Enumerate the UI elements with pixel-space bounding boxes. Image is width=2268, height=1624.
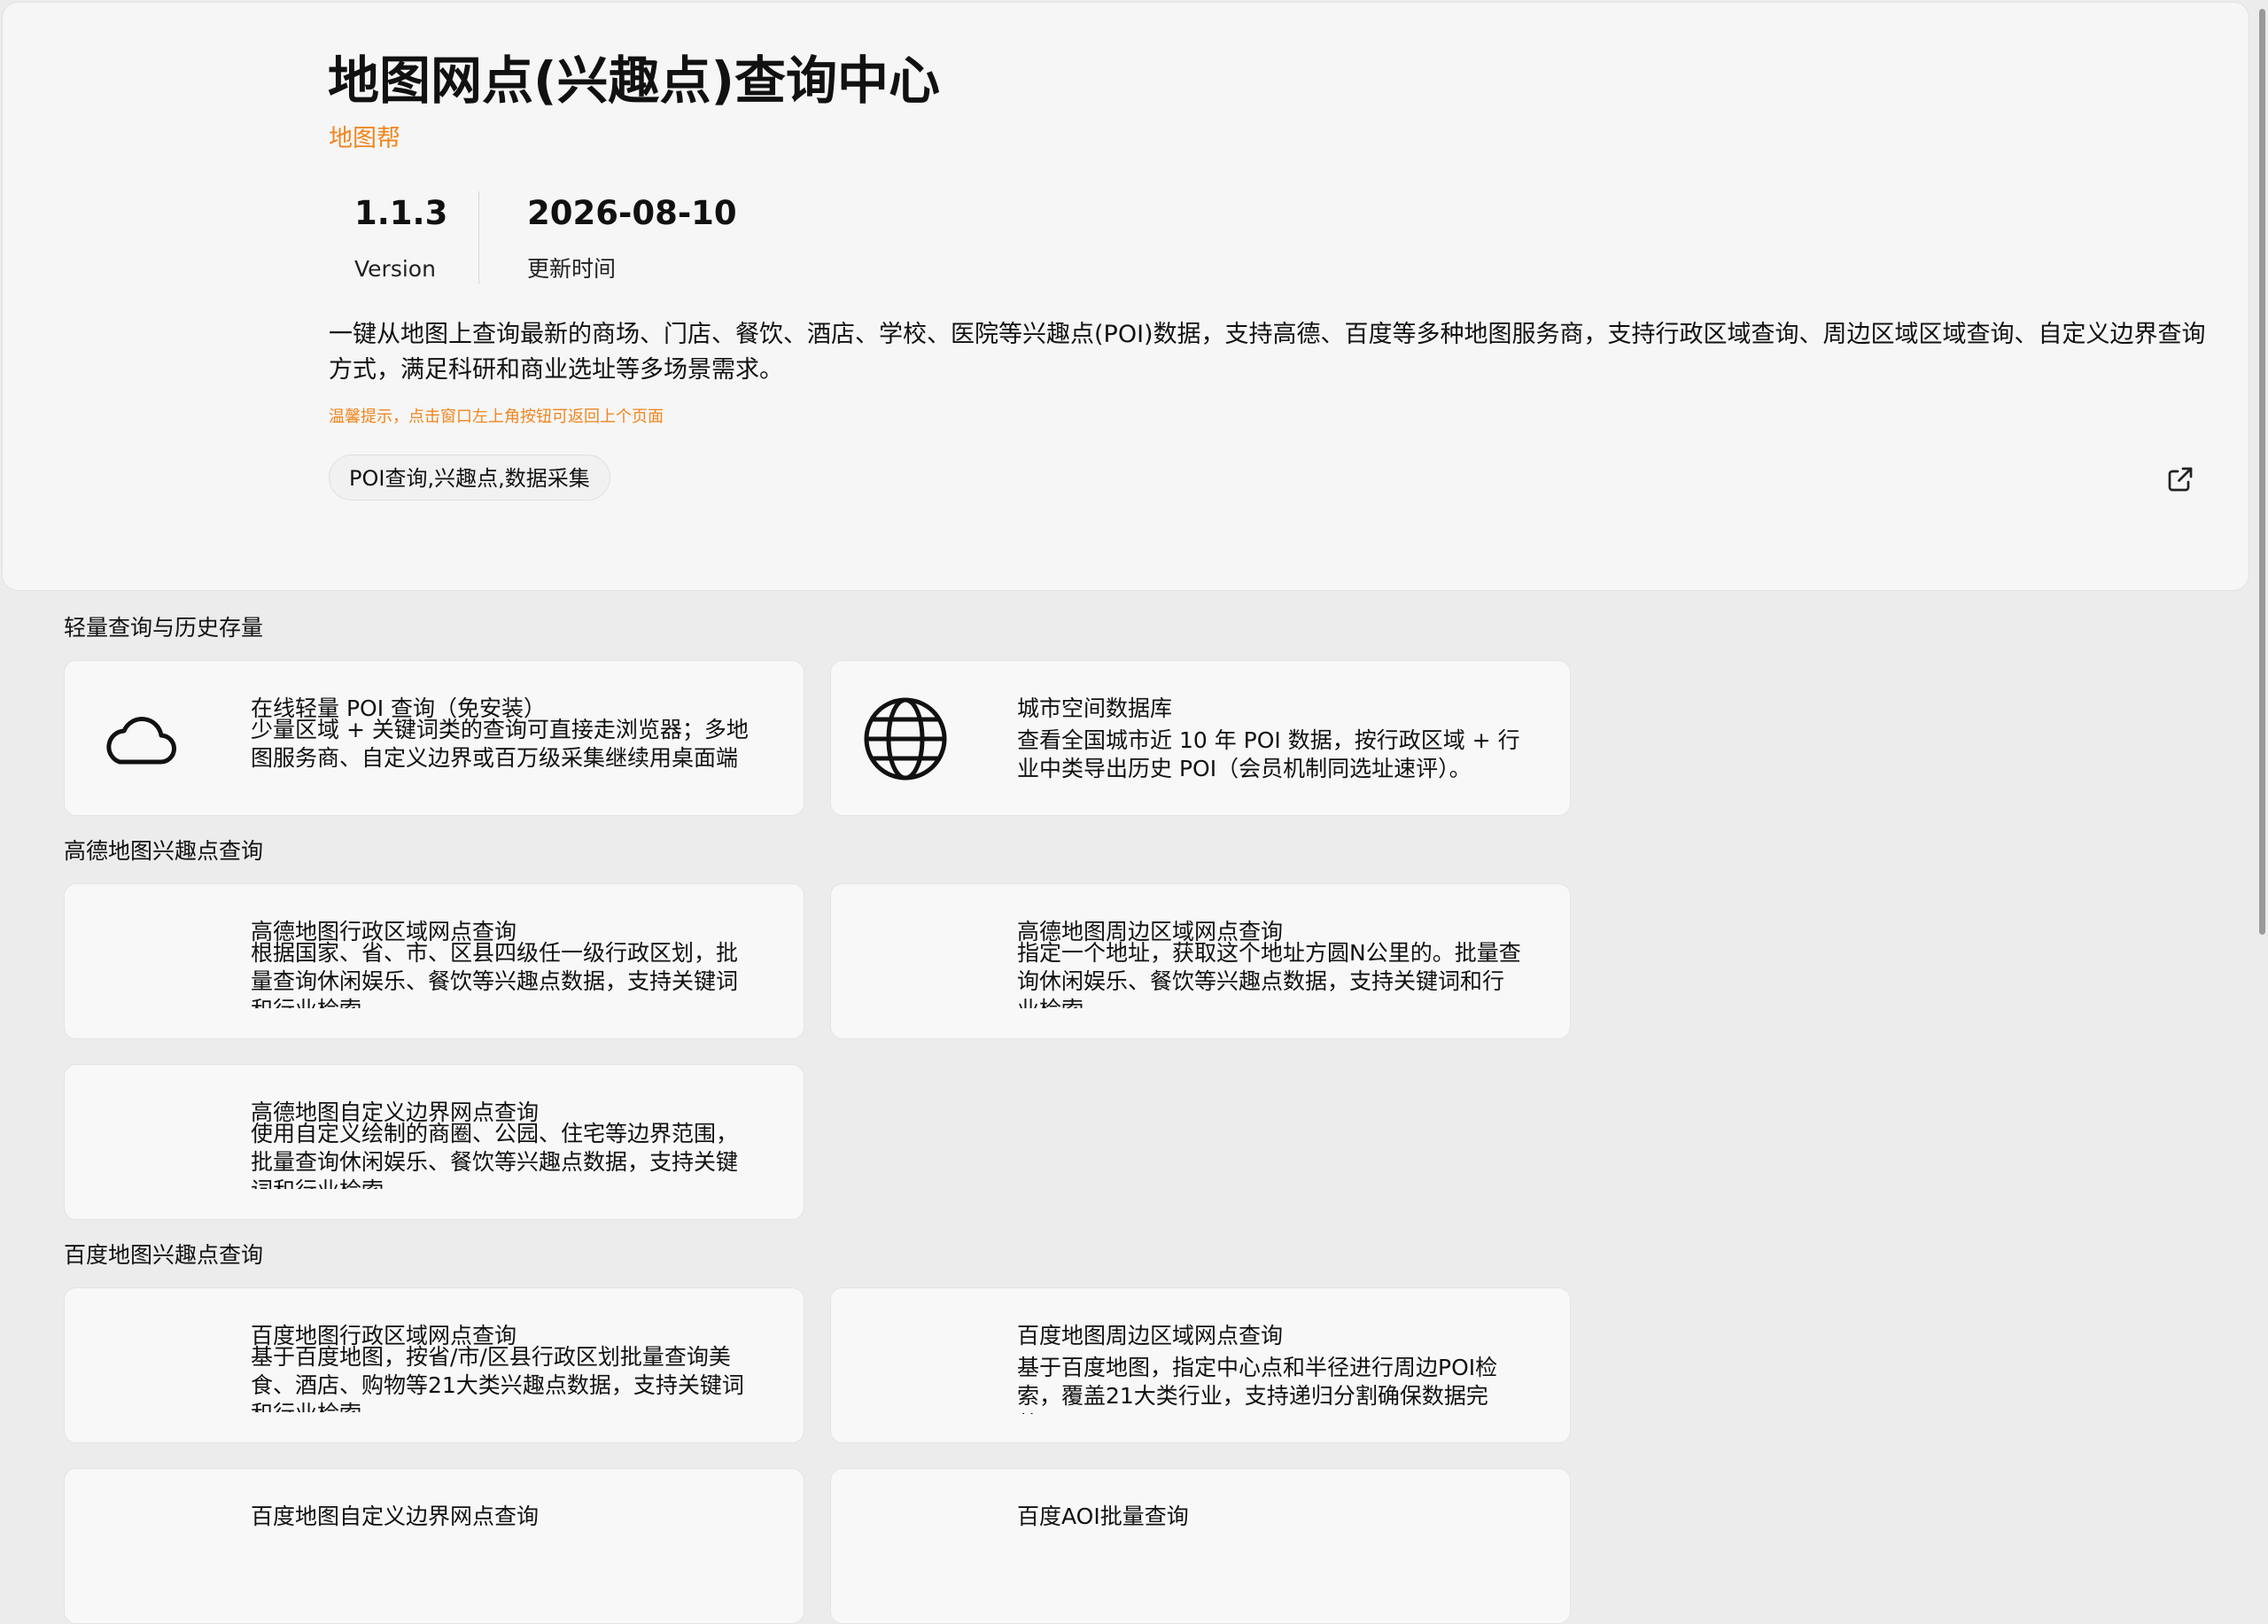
stat-divider — [478, 191, 479, 284]
app-header: 地图网点(兴趣点)查询中心 地图帮 1.1.3 Version 2026-08-… — [2, 2, 2249, 591]
card-description: 少量区域 + 关键词类的查询可直接走浏览器；多地图服务商、自定义边界或百万级采集… — [251, 717, 749, 771]
card-text: 城市空间数据库 查看全国城市近 10 年 POI 数据，按行政区域 + 行业中类… — [1017, 695, 1522, 787]
card-baidu-custom-boundary[interactable]: 百度地图自定义边界网点查询 — [64, 1468, 804, 1624]
version-label: Version — [354, 256, 436, 282]
card-title: 城市空间数据库 — [1017, 695, 1173, 721]
card-baidu-admin-region[interactable]: 百度地图行政区域网点查询 基于百度地图，按省/市/区县行政区划批量查询美食、酒店… — [64, 1287, 804, 1443]
card-amap-nearby[interactable]: 高德地图周边区域网点查询 指定一个地址，获取这个地址方圆N公里的。批量查询休闲娱… — [830, 883, 1571, 1039]
version-value: 1.1.3 — [354, 194, 448, 232]
updated-value: 2026-08-10 — [527, 194, 737, 232]
updated-stat: 2026-08-10 更新时间 — [527, 192, 737, 284]
tag-chip[interactable]: POI查询,兴趣点,数据采集 — [329, 455, 610, 501]
card-description: 根据国家、省、市、区县四级任一级行政区划，批量查询休闲娱乐、餐饮等兴趣点数据，支… — [251, 940, 739, 1008]
section-title-baidu: 百度地图兴趣点查询 — [64, 1242, 264, 1268]
card-amap-custom-boundary[interactable]: 高德地图自定义边界网点查询 使用自定义绘制的商圈、公园、住宅等边界范围，批量查询… — [64, 1064, 804, 1220]
card-title: 百度AOI批量查询 — [1017, 1504, 1189, 1529]
version-stat: 1.1.3 Version — [354, 192, 447, 284]
card-title: 百度地图自定义边界网点查询 — [251, 1504, 540, 1529]
card-description: 使用自定义绘制的商圈、公园、住宅等边界范围，批量查询休闲娱乐、餐饮等兴趣点数据，… — [251, 1121, 739, 1189]
card-baidu-aoi-batch[interactable]: 百度AOI批量查询 — [830, 1468, 1571, 1624]
card-text: 高德地图自定义边界网点查询 使用自定义绘制的商圈、公园、住宅等边界范围，批量查询… — [251, 1099, 756, 1191]
card-text: 百度地图行政区域网点查询 基于百度地图，按省/市/区县行政区划批量查询美食、酒店… — [251, 1322, 756, 1414]
tip-text: 温馨提示，点击窗口左上角按钮可返回上个页面 — [329, 408, 664, 426]
card-text: 高德地图行政区域网点查询 根据国家、省、市、区县四级任一级行政区划，批量查询休闲… — [251, 918, 756, 1010]
card-description: 基于百度地图，按省/市/区县行政区划批量查询美食、酒店、购物等21大类兴趣点数据… — [251, 1344, 744, 1412]
app-description: 一键从地图上查询最新的商场、门店、餐饮、酒店、学校、医院等兴趣点(POI)数据，… — [329, 321, 2206, 384]
page-title: 地图网点(兴趣点)查询中心 — [328, 51, 941, 111]
card-online-poi-query[interactable]: 在线轻量 POI 查询（免安装） 少量区域 + 关键词类的查询可直接走浏览器；多… — [64, 660, 804, 816]
share-icon[interactable] — [2164, 463, 2196, 495]
cloud-icon — [106, 717, 176, 765]
card-text: 在线轻量 POI 查询（免安装） 少量区域 + 关键词类的查询可直接走浏览器；多… — [251, 695, 756, 787]
card-description: 基于百度地图，指定中心点和半径进行周边POI检索，覆盖21大类行业，支持递归分割… — [1017, 1355, 1498, 1414]
card-text: 高德地图周边区域网点查询 指定一个地址，获取这个地址方圆N公里的。批量查询休闲娱… — [1017, 918, 1522, 1010]
card-title: 百度地图周边区域网点查询 — [1017, 1323, 1284, 1348]
globe-icon — [864, 697, 947, 781]
section-title-amap: 高德地图兴趣点查询 — [64, 838, 264, 864]
developer-link[interactable]: 地图帮 — [329, 123, 400, 155]
card-description: 指定一个地址，获取这个地址方圆N公里的。批量查询休闲娱乐、餐饮等兴趣点数据，支持… — [1017, 940, 1521, 1008]
card-city-spatial-db[interactable]: 城市空间数据库 查看全国城市近 10 年 POI 数据，按行政区域 + 行业中类… — [830, 660, 1571, 816]
scrollbar-thumb[interactable] — [2259, 9, 2265, 935]
card-baidu-nearby[interactable]: 百度地图周边区域网点查询 基于百度地图，指定中心点和半径进行周边POI检索，覆盖… — [830, 1287, 1571, 1443]
card-amap-admin-region[interactable]: 高德地图行政区域网点查询 根据国家、省、市、区县四级任一级行政区划，批量查询休闲… — [64, 883, 804, 1039]
card-description: 查看全国城市近 10 年 POI 数据，按行政区域 + 行业中类导出历史 POI… — [1017, 727, 1520, 781]
card-text: 百度AOI批量查询 — [1017, 1503, 1522, 1595]
card-text: 百度地图自定义边界网点查询 — [251, 1503, 756, 1595]
updated-label: 更新时间 — [527, 256, 617, 282]
section-title-light-query: 轻量查询与历史存量 — [64, 615, 264, 641]
scrollbar[interactable] — [2257, 0, 2268, 1524]
card-text: 百度地图周边区域网点查询 基于百度地图，指定中心点和半径进行周边POI检索，覆盖… — [1017, 1322, 1522, 1414]
